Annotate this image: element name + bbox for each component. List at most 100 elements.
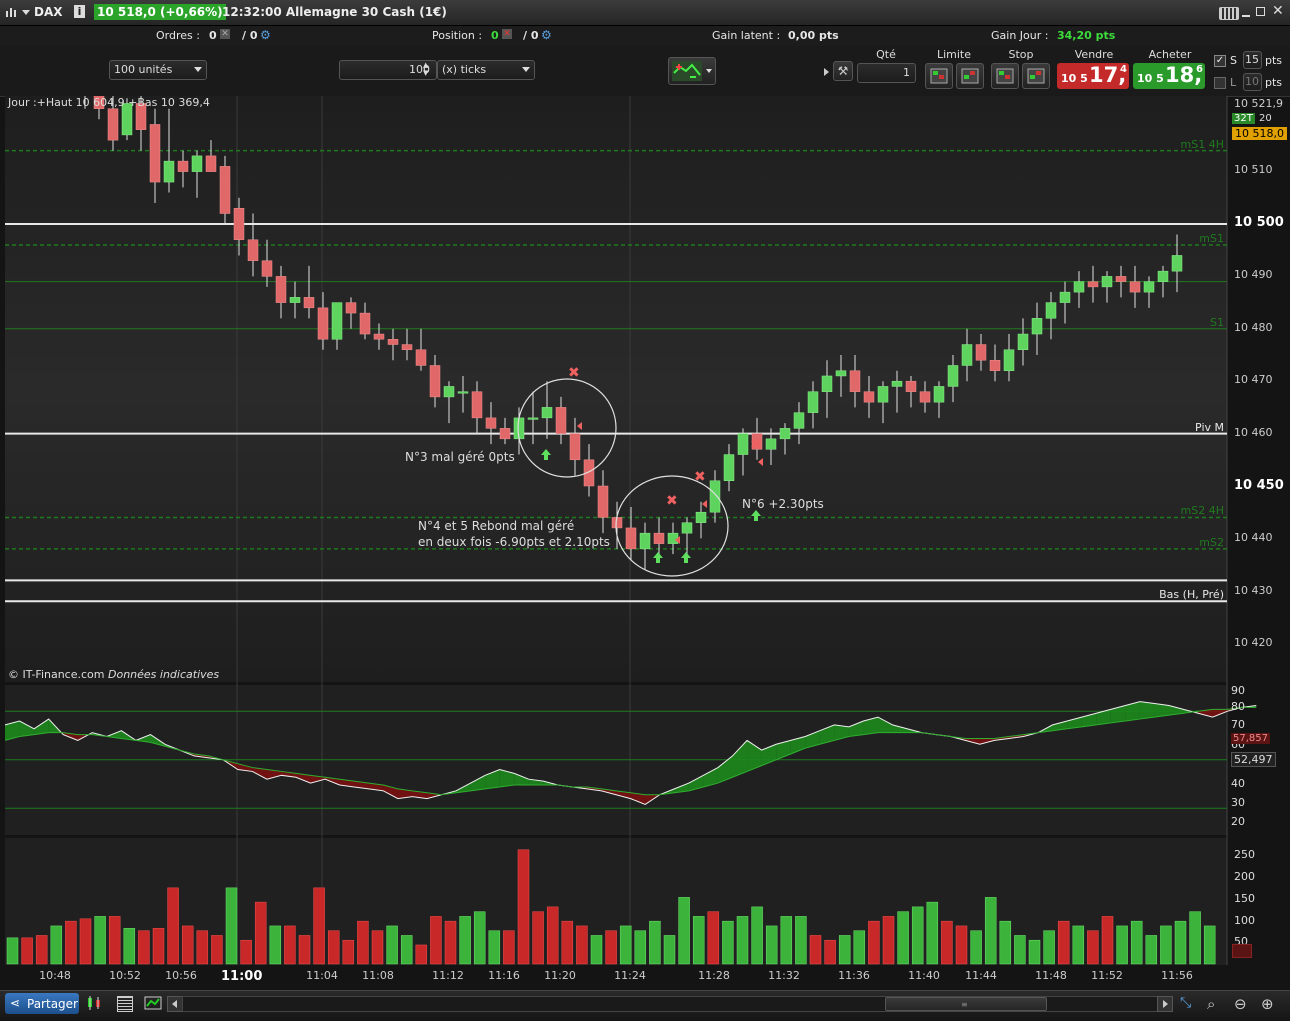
volume-bar-up (225, 887, 238, 965)
zoom-out-icon[interactable]: ⊖ (1234, 995, 1252, 1013)
gain-latent-label: Gain latent : (712, 29, 781, 42)
app-icon[interactable] (5, 6, 17, 18)
instrument-name[interactable]: DAX (34, 5, 63, 19)
zoom-fit-icon[interactable]: ⤡ (1180, 995, 1198, 1013)
ticks-stepper-icon[interactable]: ▲ ▼ (423, 61, 428, 77)
volume-bar-down (532, 911, 544, 965)
price-level-label: Piv M (1195, 420, 1224, 434)
play-icon[interactable] (824, 68, 829, 76)
volume-bar-up (1043, 930, 1055, 965)
share-button[interactable]: ⋖ Partager (5, 993, 79, 1014)
price-axis-label: 10 510 (1234, 163, 1273, 176)
position-close-icon[interactable]: ✕ (502, 29, 512, 39)
candle-up (443, 386, 455, 398)
annotation-n3: N°3 mal géré 0pts (405, 450, 515, 464)
horizontal-scrollbar-thumb[interactable]: ≡ (885, 997, 1047, 1011)
orders-total: / 0 (242, 29, 258, 42)
volume-bar-down (108, 916, 121, 965)
volume-bar-up (634, 930, 647, 965)
time-axis-label: 11:12 (432, 969, 464, 982)
price-level-label: mS2 4H (1180, 504, 1224, 518)
candle-up (191, 155, 203, 172)
sell-button[interactable]: 10 5 17, 4 (1057, 63, 1129, 89)
candle-down (275, 276, 287, 303)
exit-cross-icon: ✖ (666, 493, 678, 509)
current-price-badge: 10 518,0 (1232, 127, 1287, 140)
position-settings-icon[interactable]: ⚙ (541, 28, 552, 42)
limit-sell-button[interactable] (956, 63, 984, 89)
limit-buy-button[interactable] (925, 63, 953, 89)
volume-bar-up (751, 906, 763, 965)
price-chart[interactable]: ✖ ✖ ✖ ✖ (0, 96, 1290, 990)
s-checkbox[interactable]: ✓ (1214, 55, 1226, 67)
zoom-in-icon[interactable]: ⊕ (1261, 995, 1279, 1013)
candle-up (639, 532, 651, 550)
orders-cancel-icon[interactable]: ✕ (220, 29, 230, 39)
volume-bar-up (386, 925, 398, 965)
candle-down (317, 307, 329, 340)
candle-down (303, 297, 315, 309)
oscillator-axis-label: 30 (1231, 796, 1245, 809)
chevron-down-icon (194, 67, 202, 72)
candle-down (177, 160, 189, 172)
volume-bar-up (1014, 935, 1026, 965)
price-axis-label: 10 420 (1234, 636, 1273, 649)
candle-type-icon[interactable] (86, 995, 104, 1011)
status-bar: Ordres : 0 ✕ / 0 ⚙ Position : 0 ✕ / 0 ⚙ … (0, 26, 1290, 46)
close-icon[interactable]: ✕ (1272, 3, 1284, 19)
order-toolbar: 100 unités 100 ▲ ▼ (x) ticks ⚒ Qté 1 Limi… (0, 46, 1290, 97)
candle-up (737, 433, 749, 455)
price-axis-label: 10 521,9 (1234, 97, 1283, 110)
candle-down (233, 208, 245, 240)
keyboard-icon[interactable] (1219, 7, 1239, 20)
limit-sell-icon (961, 68, 979, 84)
wrench-button[interactable]: ⚒ (833, 61, 853, 81)
print-icon[interactable] (117, 996, 133, 1012)
candle-up (961, 344, 973, 366)
price-level-label: S1 (1210, 315, 1224, 329)
candle-up (457, 391, 469, 394)
candle-up (289, 297, 301, 303)
scroll-left-button[interactable] (167, 996, 183, 1012)
arrow-right-icon (1163, 1000, 1168, 1008)
price-axis-label: 10 470 (1234, 373, 1273, 386)
volume-axis-label: 150 (1234, 892, 1255, 905)
minimize-icon[interactable] (1242, 15, 1250, 17)
zoom-reset-icon[interactable]: ⌕ (1207, 995, 1225, 1013)
buy-button[interactable]: 10 5 18, 6 (1133, 63, 1205, 89)
scroll-right-button[interactable] (1157, 996, 1173, 1012)
strategy-button[interactable] (668, 57, 716, 85)
price-axis-label: 10 460 (1234, 426, 1273, 439)
stop-sell-button[interactable] (1022, 63, 1050, 89)
instrument-dropdown-icon[interactable] (22, 10, 30, 15)
restore-icon[interactable] (1256, 7, 1265, 16)
qty-header: Qté (876, 48, 896, 61)
candle-down (905, 380, 917, 392)
stop-buy-button[interactable] (991, 63, 1019, 89)
chart-credit-italic: Données indicatives (108, 668, 220, 681)
l-checkbox[interactable] (1214, 77, 1226, 89)
volume-bar-up (123, 928, 136, 965)
s-pts-input[interactable]: 15 (1243, 51, 1262, 69)
volume-bar-down (561, 920, 574, 965)
volume-bar-up (1072, 925, 1085, 965)
units-select[interactable]: 100 unités (109, 60, 207, 80)
time-axis-label: 11:56 (1161, 969, 1193, 982)
badge-ticks-text: 32T (1234, 113, 1253, 124)
info-icon[interactable]: i (74, 5, 85, 18)
volume-bar-down (342, 939, 355, 965)
chart-header-text: Jour :+Haut 10 604,9 +Bas 10 369,4 (8, 96, 210, 109)
ticks-unit-select[interactable]: (x) ticks (437, 60, 535, 80)
volume-bar-down (415, 944, 428, 965)
candle-down (401, 344, 413, 351)
chart-settings-icon[interactable] (144, 995, 162, 1011)
qty-input[interactable]: 1 (857, 63, 916, 83)
l-pts-input[interactable]: 10 (1243, 73, 1262, 91)
orders-settings-icon[interactable]: ⚙ (260, 28, 271, 42)
oscillator-axis-label: 80 (1231, 700, 1245, 713)
wrench-icon: ⚒ (837, 64, 849, 78)
candle-up (1045, 302, 1057, 319)
candle-up (947, 365, 959, 387)
limit-buy-icon (930, 68, 948, 84)
scroll-grip-icon: ≡ (961, 1000, 968, 1009)
